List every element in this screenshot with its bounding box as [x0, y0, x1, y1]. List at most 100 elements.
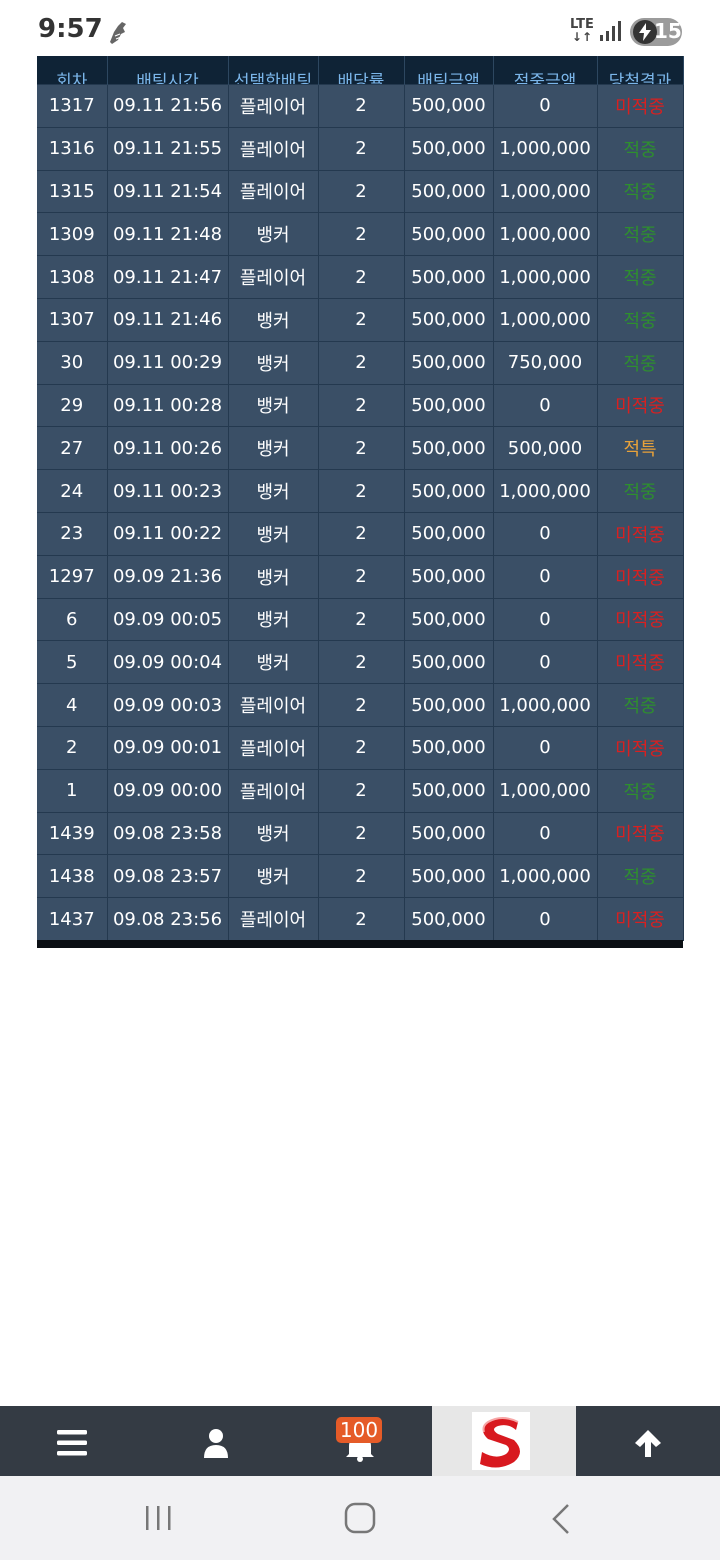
bet-time-cell: 09.11 00:26: [107, 426, 229, 471]
selected-bet-cell: 뱅커: [228, 640, 319, 685]
bet-amount-cell: 500,000: [404, 511, 494, 556]
table-row: 4 09.09 00:03 플레이어 2 500,000 1,000,000 적중: [37, 683, 684, 727]
result-cell: 미적중: [597, 725, 684, 770]
selected-bet-cell: 플레이어: [228, 255, 319, 299]
recent-apps-button[interactable]: [144, 1504, 174, 1532]
win-amount-cell: 0: [493, 84, 598, 128]
bet-time-cell: 09.11 21:56: [107, 84, 229, 128]
bet-amount-cell: 500,000: [404, 768, 494, 813]
odds-cell: 2: [318, 597, 405, 642]
result-cell: 미적중: [597, 811, 684, 856]
odds-cell: 2: [318, 212, 405, 257]
odds-cell: 2: [318, 683, 405, 727]
odds-cell: 2: [318, 126, 405, 171]
bet-amount-cell: 500,000: [404, 84, 494, 128]
selected-bet-cell: 뱅커: [228, 811, 319, 856]
table-row: 1439 09.08 23:58 뱅커 2 500,000 0 미적중: [37, 811, 684, 856]
result-cell: 미적중: [597, 597, 684, 642]
result-cell: 적중: [597, 683, 684, 727]
result-cell: 적중: [597, 768, 684, 813]
bet-amount-cell: 500,000: [404, 340, 494, 385]
table-header-row: 회차 배팅시간 선택한배팅 배당률 배팅금액 적중금액 당첨결과: [37, 56, 684, 85]
selected-bet-cell: 플레이어: [228, 126, 319, 171]
table-row: 1316 09.11 21:55 플레이어 2 500,000 1,000,000 적중: [37, 126, 684, 171]
odds-cell: 2: [318, 469, 405, 513]
odds-cell: 2: [318, 554, 405, 599]
table-row: 1309 09.11 21:48 뱅커 2 500,000 1,000,000 적중: [37, 212, 684, 257]
selected-bet-cell: 뱅커: [228, 297, 319, 342]
selected-bet-cell: 뱅커: [228, 511, 319, 556]
round-cell: 1297: [37, 554, 108, 599]
status-bar: 9:57 LTE ↓↑ 15: [0, 0, 720, 60]
result-cell: 적중: [597, 255, 684, 299]
selected-bet-cell: 플레이어: [228, 768, 319, 813]
bet-time-cell: 09.11 21:54: [107, 169, 229, 214]
user-icon: [204, 1429, 228, 1458]
win-amount-cell: 0: [493, 640, 598, 685]
site-logo-button[interactable]: [432, 1406, 576, 1476]
round-cell: 5: [37, 640, 108, 685]
selected-bet-cell: 뱅커: [228, 383, 319, 428]
bet-time-cell: 09.08 23:56: [107, 897, 229, 941]
bet-amount-cell: 500,000: [404, 725, 494, 770]
win-amount-cell: 0: [493, 897, 598, 941]
home-button[interactable]: [344, 1502, 376, 1534]
betting-history-table: 회차 배팅시간 선택한배팅 배당률 배팅금액 적중금액 당첨결과 1317 09.…: [37, 56, 684, 948]
result-cell: 미적중: [597, 383, 684, 428]
selected-bet-cell: 뱅커: [228, 212, 319, 257]
selected-bet-cell: 뱅커: [228, 554, 319, 599]
round-cell: 1307: [37, 297, 108, 342]
bet-amount-cell: 500,000: [404, 554, 494, 599]
bet-time-cell: 09.11 00:29: [107, 340, 229, 385]
round-cell: 1: [37, 768, 108, 813]
win-amount-cell: 0: [493, 511, 598, 556]
odds-cell: 2: [318, 511, 405, 556]
table-row: 27 09.11 00:26 뱅커 2 500,000 500,000 적특: [37, 426, 684, 471]
result-cell: 적중: [597, 126, 684, 171]
menu-button[interactable]: [0, 1406, 144, 1476]
odds-cell: 2: [318, 854, 405, 899]
win-amount-cell: 0: [493, 725, 598, 770]
bet-time-cell: 09.11 21:48: [107, 212, 229, 257]
bet-time-cell: 09.09 00:00: [107, 768, 229, 813]
win-amount-cell: 0: [493, 554, 598, 599]
header-bet-amount: 배팅금액: [404, 56, 494, 85]
back-button[interactable]: [550, 1503, 572, 1535]
win-amount-cell: 500,000: [493, 426, 598, 471]
round-cell: 1316: [37, 126, 108, 171]
win-amount-cell: 1,000,000: [493, 169, 598, 214]
scroll-top-button[interactable]: [576, 1406, 720, 1476]
round-cell: 29: [37, 383, 108, 428]
bet-time-cell: 09.09 00:03: [107, 683, 229, 727]
system-nav-bar: [0, 1476, 720, 1560]
bet-amount-cell: 500,000: [404, 297, 494, 342]
result-cell: 미적중: [597, 897, 684, 941]
arrow-up-icon: [635, 1430, 661, 1457]
bet-amount-cell: 500,000: [404, 383, 494, 428]
odds-cell: 2: [318, 255, 405, 299]
bet-time-cell: 09.11 21:55: [107, 126, 229, 171]
bet-amount-cell: 500,000: [404, 212, 494, 257]
odds-cell: 2: [318, 725, 405, 770]
bet-amount-cell: 500,000: [404, 255, 494, 299]
table-row: 29 09.11 00:28 뱅커 2 500,000 0 미적중: [37, 383, 684, 428]
table-row: 1317 09.11 21:56 플레이어 2 500,000 0 미적중: [37, 84, 684, 128]
win-amount-cell: 1,000,000: [493, 854, 598, 899]
round-cell: 23: [37, 511, 108, 556]
bet-amount-cell: 500,000: [404, 683, 494, 727]
table-row: 6 09.09 00:05 뱅커 2 500,000 0 미적중: [37, 597, 684, 642]
result-cell: 적특: [597, 426, 684, 471]
bet-amount-cell: 500,000: [404, 469, 494, 513]
result-cell: 적중: [597, 169, 684, 214]
header-win-amount: 적중금액: [493, 56, 598, 85]
selected-bet-cell: 뱅커: [228, 597, 319, 642]
site-logo: [472, 1412, 530, 1470]
odds-cell: 2: [318, 426, 405, 471]
user-button[interactable]: [144, 1406, 288, 1476]
selected-bet-cell: 뱅커: [228, 340, 319, 385]
table-row: 5 09.09 00:04 뱅커 2 500,000 0 미적중: [37, 640, 684, 685]
round-cell: 1439: [37, 811, 108, 856]
round-cell: 24: [37, 469, 108, 513]
selected-bet-cell: 플레이어: [228, 897, 319, 941]
menu-icon: [57, 1430, 87, 1456]
